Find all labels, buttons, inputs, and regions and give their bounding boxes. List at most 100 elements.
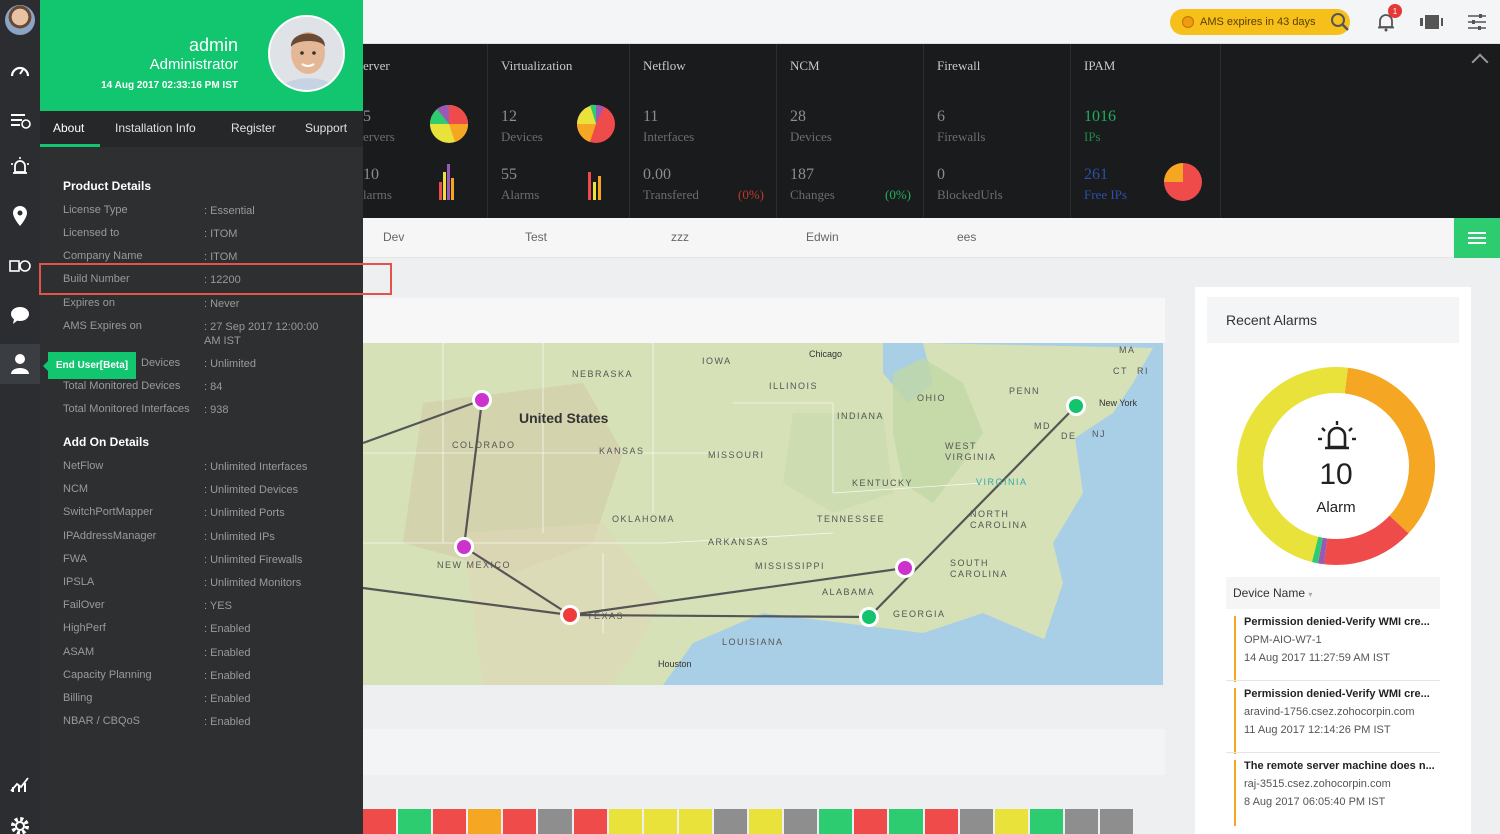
heatmap-cell[interactable] bbox=[538, 809, 572, 834]
alarm-item-device: OPM-AIO-W7-1 bbox=[1244, 634, 1322, 646]
stat-label: Devices bbox=[790, 129, 832, 144]
addon-value: : Unlimited Ports bbox=[204, 507, 285, 520]
end-user-icon[interactable] bbox=[6, 350, 34, 378]
tab-edwin[interactable]: Edwin bbox=[806, 230, 839, 244]
map-state-label: NEW MEXICO bbox=[437, 560, 512, 570]
heatmap-cell[interactable] bbox=[1064, 809, 1098, 834]
tab-support[interactable]: Support bbox=[305, 121, 347, 135]
alarm-item[interactable]: Permission denied-Verify WMI cre... OPM-… bbox=[1234, 616, 1440, 682]
heatmap-cell[interactable] bbox=[713, 809, 748, 834]
heatmap-cell[interactable] bbox=[819, 809, 853, 834]
map-marker-georgia[interactable] bbox=[859, 607, 879, 627]
us-map[interactable]: NEBRASKA IOWA ILLINOIS INDIANA OHIO PENN… bbox=[363, 343, 1163, 685]
addon-key: Billing bbox=[63, 692, 93, 704]
map-marker-new-mexico[interactable] bbox=[454, 537, 474, 557]
stat-netflow[interactable]: Netflow 11 Interfaces 0.00 Transfered (0… bbox=[630, 44, 777, 218]
stat-virtualization[interactable]: Virtualization 12 Devices 55 Alarms bbox=[488, 44, 630, 218]
ams-expiry-badge[interactable]: AMS expires in 43 days bbox=[1170, 9, 1350, 35]
addon-value: : Unlimited Firewalls bbox=[204, 553, 303, 566]
filters-sliders-icon[interactable] bbox=[1465, 10, 1489, 34]
alarm-item[interactable]: The remote server machine does n... raj-… bbox=[1234, 760, 1440, 826]
user-role: Administrator bbox=[149, 56, 238, 73]
heatmap-cell[interactable] bbox=[749, 809, 783, 834]
map-marker-new-york[interactable] bbox=[1066, 396, 1086, 416]
tab-installation-info[interactable]: Installation Info bbox=[115, 121, 196, 135]
heatmap-cell[interactable] bbox=[678, 809, 712, 834]
tab-test[interactable]: Test bbox=[525, 230, 547, 244]
heatmap-cell[interactable] bbox=[994, 809, 1028, 834]
collapse-chevron-up-icon[interactable] bbox=[1471, 53, 1489, 71]
heatmap-cell[interactable] bbox=[433, 809, 467, 834]
user-profile-photo[interactable] bbox=[268, 15, 345, 92]
heatmap-widget-header bbox=[363, 729, 1165, 775]
apps-icon[interactable] bbox=[6, 252, 34, 280]
tab-about[interactable]: About bbox=[53, 121, 84, 135]
inventory-list-icon[interactable] bbox=[6, 106, 34, 134]
heatmap-cell[interactable] bbox=[398, 809, 432, 834]
heatmap-cell[interactable] bbox=[854, 809, 888, 834]
map-state-label: WEST VIRGINIA bbox=[945, 441, 997, 462]
alarm-item-title: The remote server machine does n... bbox=[1244, 760, 1435, 772]
heatmap-cell[interactable] bbox=[889, 809, 923, 834]
donut-segment[interactable] bbox=[1324, 515, 1409, 565]
alarm-item[interactable]: Permission denied-Verify WMI cre... arav… bbox=[1234, 688, 1440, 754]
addon-value: : Unlimited Interfaces bbox=[204, 461, 308, 473]
map-state-label: MISSOURI bbox=[708, 450, 765, 460]
tab-zzz[interactable]: zzz bbox=[671, 230, 689, 244]
heatmap-cell[interactable] bbox=[1099, 809, 1134, 834]
donut-segment[interactable] bbox=[1318, 537, 1328, 565]
settings-gear-icon[interactable] bbox=[6, 812, 34, 834]
dashboard-icon[interactable] bbox=[6, 56, 34, 84]
stat-ipam[interactable]: IPAM 1016 IPs 261 Free IPs bbox=[1071, 44, 1221, 218]
alarms-icon[interactable] bbox=[6, 153, 34, 181]
stat-label: Free IPs bbox=[1084, 187, 1127, 202]
heatmap-cell[interactable] bbox=[608, 809, 642, 834]
maps-pin-icon[interactable] bbox=[6, 202, 34, 230]
stat-label: Changes bbox=[790, 187, 835, 202]
user-avatar-small[interactable] bbox=[5, 5, 35, 35]
donut-segment[interactable] bbox=[1311, 536, 1323, 564]
heatmap-cell[interactable] bbox=[784, 809, 818, 834]
stat-ncm[interactable]: NCM 28 Devices 187 Changes (0%) bbox=[777, 44, 924, 218]
tab-dev[interactable]: Dev bbox=[383, 230, 404, 244]
map-state-label: CT bbox=[1113, 366, 1128, 376]
heatmap-cell[interactable] bbox=[924, 809, 958, 834]
stat-percent: (0%) bbox=[885, 187, 911, 202]
heatmap-cell[interactable] bbox=[573, 809, 607, 834]
heatmap-cell[interactable] bbox=[1029, 809, 1063, 834]
addon-value: : Enabled bbox=[204, 669, 251, 682]
alarm-bell-icon bbox=[1316, 420, 1358, 461]
tab-ees[interactable]: ees bbox=[957, 230, 976, 244]
device-name-column-header[interactable]: Device Name ▾ bbox=[1226, 577, 1440, 609]
heatmap-cell[interactable] bbox=[468, 809, 502, 834]
stat-firewall[interactable]: Firewall 6 Firewalls 0 BlockedUrls bbox=[924, 44, 1071, 218]
reports-icon[interactable] bbox=[6, 770, 34, 798]
heatmap-cell[interactable] bbox=[643, 809, 677, 834]
search-icon[interactable] bbox=[1328, 10, 1352, 34]
heatmap-cell[interactable] bbox=[503, 809, 537, 834]
chat-icon[interactable] bbox=[6, 301, 34, 329]
detail-value: : 84 bbox=[204, 381, 223, 393]
notifications-bell-icon[interactable]: 1 bbox=[1374, 4, 1402, 34]
stat-label: Alarms bbox=[501, 187, 540, 202]
detail-value: : ITOM bbox=[204, 228, 238, 240]
map-marker-texas[interactable] bbox=[560, 605, 580, 625]
heatmap-cell[interactable] bbox=[363, 809, 397, 834]
alarm-item-time: 14 Aug 2017 11:27:59 AM IST bbox=[1244, 652, 1390, 664]
detail-key: AMS Expires on bbox=[63, 320, 142, 332]
map-city-label: New York bbox=[1099, 398, 1138, 408]
stat-label: ervers bbox=[363, 129, 395, 144]
addon-key: IPSLA bbox=[63, 576, 95, 588]
addon-key: IPAddressManager bbox=[63, 529, 157, 542]
detail-key: Total Monitored Devices bbox=[63, 380, 181, 392]
stat-server[interactable]: erver 5 ervers 10 larms bbox=[363, 44, 488, 218]
map-state-label: GEORGIA bbox=[893, 609, 946, 619]
map-marker-south-carolina[interactable] bbox=[895, 558, 915, 578]
heatmap-cell[interactable] bbox=[959, 809, 993, 834]
tab-register[interactable]: Register bbox=[231, 121, 276, 135]
divider bbox=[1226, 680, 1440, 681]
addon-value: : Unlimited Monitors bbox=[204, 577, 302, 589]
map-marker-colorado[interactable] bbox=[472, 390, 492, 410]
device-icon[interactable] bbox=[1419, 10, 1443, 34]
tabs-menu-button[interactable] bbox=[1454, 218, 1500, 258]
